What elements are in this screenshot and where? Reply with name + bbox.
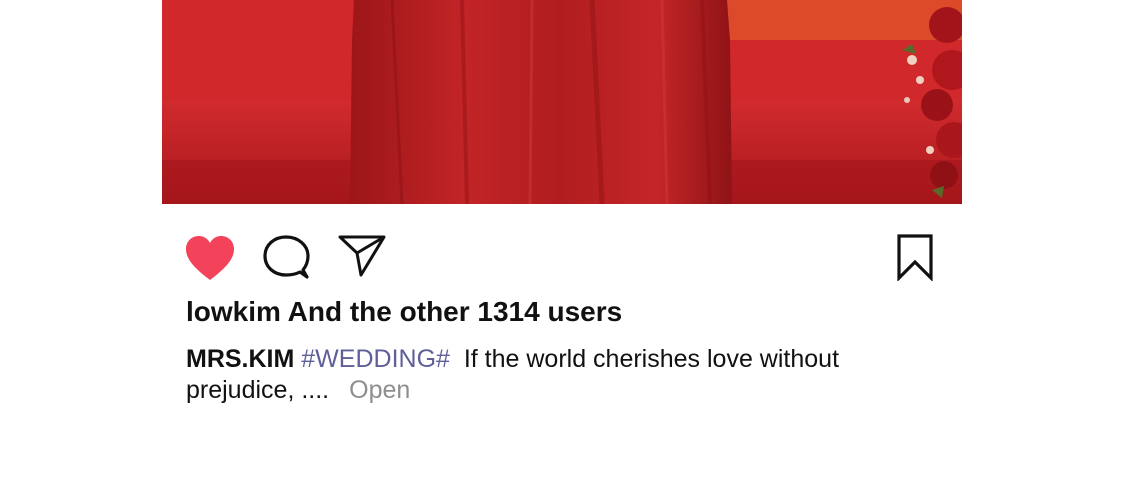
caption-more-button[interactable]: Open — [349, 376, 410, 404]
send-icon[interactable] — [337, 233, 387, 279]
heart-icon[interactable] — [184, 234, 236, 282]
bookmark-icon[interactable] — [895, 233, 935, 281]
caption-text-line2: prejudice, .... — [186, 376, 330, 404]
wedding-photo-illustration — [162, 0, 962, 204]
caption-username[interactable]: MRS.KIM — [186, 345, 294, 373]
likes-count[interactable]: lowkim And the other 1314 users — [186, 296, 622, 328]
post-photo[interactable] — [162, 0, 962, 204]
post-caption: MRS.KIM #WEDDING# If the world cherishes… — [186, 344, 876, 406]
comment-icon[interactable] — [262, 234, 310, 282]
caption-text-line1: If the world cherishes love without — [463, 345, 840, 373]
caption-hashtag[interactable]: #WEDDING# — [301, 345, 450, 373]
post-actions-bar — [162, 204, 962, 294]
post-card: lowkim And the other 1314 users MRS.KIM … — [162, 0, 962, 485]
